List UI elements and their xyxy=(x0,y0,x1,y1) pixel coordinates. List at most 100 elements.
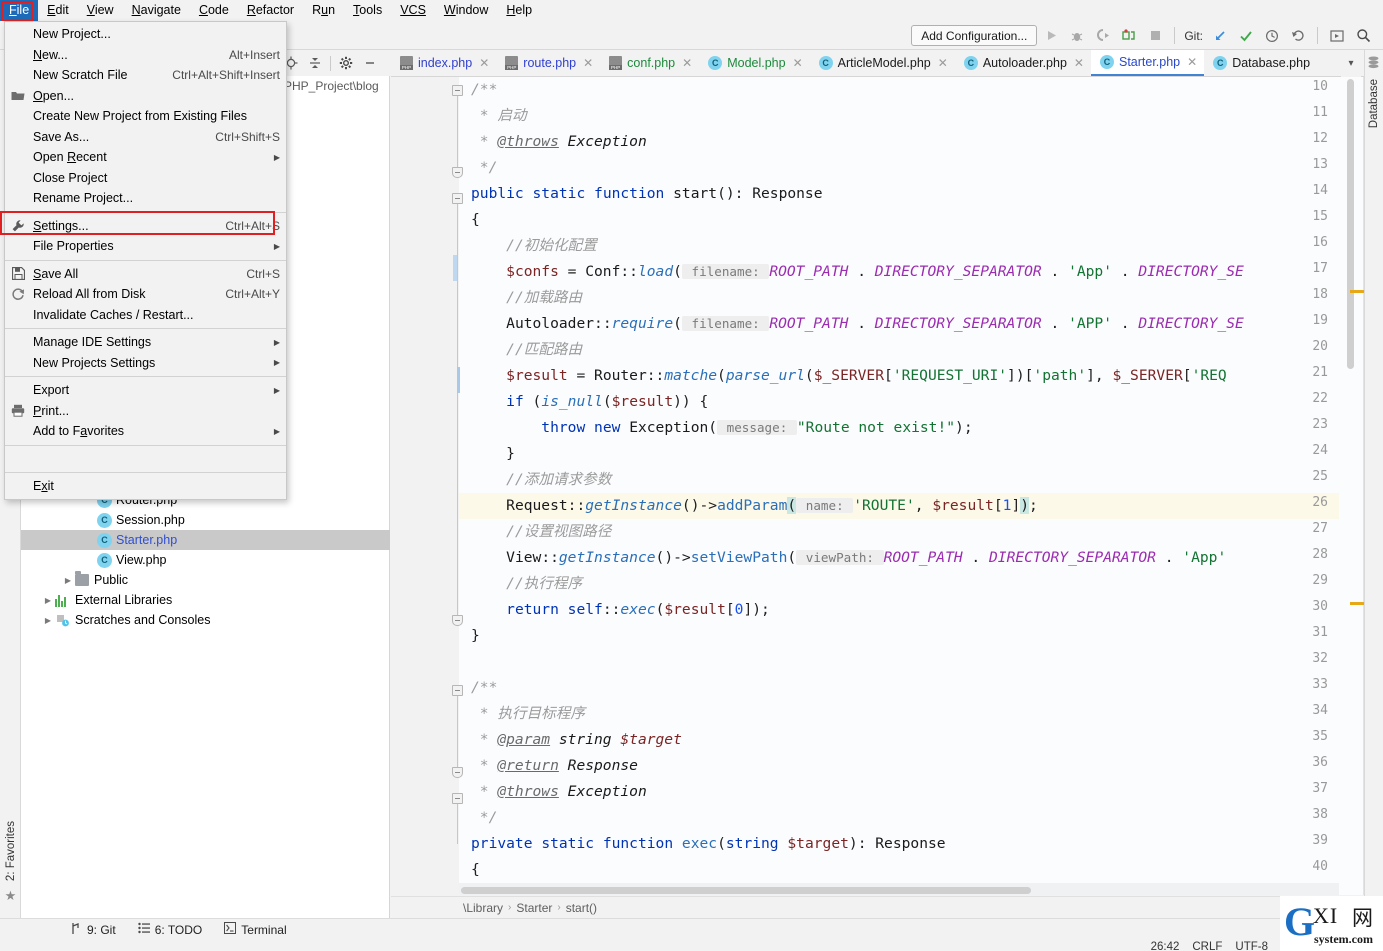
tab-route-php[interactable]: route.php ✕ xyxy=(496,50,600,76)
run-icon[interactable] xyxy=(1039,24,1063,48)
menu-new-projects-settings[interactable]: New Projects Settings ▶ xyxy=(5,353,286,374)
breadcrumb-separator: › xyxy=(508,902,511,913)
menu-file[interactable]: FFileile xyxy=(0,0,38,21)
phpstorm-window: FFileile Edit View Navigate Code Refacto… xyxy=(0,0,1383,951)
hide-icon[interactable] xyxy=(359,52,381,74)
menu-file-properties[interactable]: File Properties ▶ xyxy=(5,236,286,257)
menu-code[interactable]: Code xyxy=(190,0,238,21)
close-icon[interactable]: ✕ xyxy=(682,56,692,70)
tab-starter-php[interactable]: C Starter.php ✕ xyxy=(1091,50,1204,76)
tree-item-public[interactable]: ▶ Public xyxy=(21,570,390,590)
collapse-all-icon[interactable] xyxy=(304,52,326,74)
change-bar xyxy=(453,255,457,281)
close-icon[interactable]: ✕ xyxy=(938,56,948,70)
bottom-tool-git[interactable]: 9: Git xyxy=(70,922,116,938)
profile-icon[interactable] xyxy=(1117,24,1141,48)
menu-open-recent[interactable]: Open Recent ▶ xyxy=(5,147,286,168)
menu-settings[interactable]: Settings... Ctrl+Alt+S xyxy=(5,216,286,237)
breadcrumb-item-library[interactable]: \Library xyxy=(463,901,503,915)
menu-save-all[interactable]: Save All Ctrl+S xyxy=(5,264,286,285)
git-update-icon[interactable] xyxy=(1208,24,1232,48)
menu-item-label: New... xyxy=(27,48,217,62)
breadcrumb-item-starter[interactable]: Starter xyxy=(516,901,552,915)
database-tool-button[interactable]: Database xyxy=(1364,56,1383,131)
watermark-g: G xyxy=(1284,902,1315,942)
code-text[interactable]: /** * 启动 * @throws Exception */ public s… xyxy=(459,77,1364,895)
menu-print[interactable]: Print... xyxy=(5,401,286,422)
editor-horizontal-scroll-thumb[interactable] xyxy=(461,887,1031,894)
change-marker[interactable] xyxy=(1350,290,1364,293)
menu-run[interactable]: Run xyxy=(303,0,344,21)
menu-view[interactable]: View xyxy=(78,0,123,21)
menu-item-shortcut: Alt+Insert xyxy=(217,48,280,62)
menu-window[interactable]: Window xyxy=(435,0,497,21)
file-encoding[interactable]: UTF-8 xyxy=(1235,941,1268,951)
menu-add-to-favorites[interactable]: Add to Favorites ▶ xyxy=(5,421,286,442)
menu-navigate[interactable]: Navigate xyxy=(123,0,190,21)
line-separator[interactable]: CRLF xyxy=(1192,941,1222,951)
menu-create-new-project-from-existing-files[interactable]: Create New Project from Existing Files xyxy=(5,106,286,127)
php-class-icon: C xyxy=(1213,56,1227,70)
tab-conf-php[interactable]: conf.php ✕ xyxy=(600,50,699,76)
menu-refactor[interactable]: Refactor xyxy=(238,0,303,21)
bottom-tool-todo[interactable]: 6: TODO xyxy=(138,922,203,937)
git-history-icon[interactable] xyxy=(1260,24,1284,48)
editor-scroll-thumb[interactable] xyxy=(1347,79,1354,369)
tree-item-scratches-and-consoles[interactable]: ▶ Scratches and Consoles xyxy=(21,610,390,630)
stop-icon[interactable] xyxy=(1143,24,1167,48)
search-everywhere-icon[interactable] xyxy=(1351,24,1375,48)
debug-icon[interactable] xyxy=(1065,24,1089,48)
close-icon[interactable]: ✕ xyxy=(583,56,593,70)
tab-index-php[interactable]: index.php ✕ xyxy=(391,50,496,76)
editor-gutter[interactable] xyxy=(391,77,459,895)
select-in-icon[interactable] xyxy=(1325,24,1349,48)
close-icon[interactable]: ✕ xyxy=(1187,55,1197,69)
tree-item-starter[interactable]: C Starter.php xyxy=(21,530,390,550)
menu-reload-all-from-disk[interactable]: Reload All from Disk Ctrl+Alt+Y xyxy=(5,284,286,305)
close-icon[interactable]: ✕ xyxy=(793,56,803,70)
menu-vcs[interactable]: VCS xyxy=(391,0,435,21)
add-configuration-button[interactable]: Add Configuration... xyxy=(911,25,1037,46)
git-commit-icon[interactable] xyxy=(1234,24,1258,48)
menu-help[interactable]: Help xyxy=(497,0,541,21)
menu-new-scratch-file[interactable]: New Scratch File Ctrl+Alt+Shift+Insert xyxy=(5,65,286,86)
change-marker[interactable] xyxy=(1350,602,1364,605)
tree-item-external-libraries[interactable]: ▶ External Libraries xyxy=(21,590,390,610)
git-rollback-icon[interactable] xyxy=(1286,24,1310,48)
run-with-coverage-icon[interactable] xyxy=(1091,24,1115,48)
refresh-icon xyxy=(9,287,27,301)
file-menu-dropdown[interactable]: New Project... New... Alt+Insert New Scr… xyxy=(4,21,287,500)
menu-manage-ide-settings[interactable]: Manage IDE Settings ▶ xyxy=(5,332,286,353)
menu-power-save-mode[interactable] xyxy=(5,449,286,470)
scratches-icon xyxy=(55,613,70,627)
menu-edit[interactable]: Edit xyxy=(38,0,78,21)
menu-invalidate-caches-restart[interactable]: Invalidate Caches / Restart... xyxy=(5,305,286,326)
bottom-tool-terminal[interactable]: Terminal xyxy=(224,922,286,937)
code-editor[interactable]: 10 11 12 13 14 15 16 17 18 19 20 21 22 2… xyxy=(391,77,1364,895)
chevron-right-icon[interactable]: ▶ xyxy=(41,596,55,605)
breadcrumb-item-start[interactable]: start() xyxy=(566,901,597,915)
caret-position[interactable]: 26:42 xyxy=(1151,941,1180,951)
menu-rename-project[interactable]: Rename Project... xyxy=(5,188,286,209)
close-icon[interactable]: ✕ xyxy=(479,56,489,70)
tree-item-session[interactable]: C Session.php xyxy=(21,510,390,530)
gear-icon[interactable] xyxy=(335,52,357,74)
menu-exit[interactable]: Exit xyxy=(5,476,286,497)
tab-autoloader-php[interactable]: C Autoloader.php ✕ xyxy=(955,50,1091,76)
tree-item-view[interactable]: C View.php xyxy=(21,550,390,570)
chevron-right-icon[interactable]: ▶ xyxy=(61,576,75,585)
menu-open[interactable]: Open... xyxy=(5,86,286,107)
menu-new[interactable]: New... Alt+Insert xyxy=(5,45,286,66)
tab-articlemodel-php[interactable]: C ArticleModel.php ✕ xyxy=(810,50,955,76)
menu-tools[interactable]: Tools xyxy=(344,0,391,21)
menu-save-as[interactable]: Save As... Ctrl+Shift+S xyxy=(5,127,286,148)
menu-close-project[interactable]: Close Project xyxy=(5,168,286,189)
tab-model-php[interactable]: C Model.php ✕ xyxy=(699,50,809,76)
tab-database-php[interactable]: C Database.php xyxy=(1204,50,1317,76)
close-icon[interactable]: ✕ xyxy=(1074,56,1084,70)
chevron-down-icon[interactable]: ▾ xyxy=(1341,50,1361,77)
menu-export[interactable]: Export ▶ xyxy=(5,380,286,401)
menu-new-project[interactable]: New Project... xyxy=(5,24,286,45)
chevron-right-icon[interactable]: ▶ xyxy=(41,616,55,625)
favorites-tool-button[interactable]: 2: Favorites ★ xyxy=(0,818,21,918)
